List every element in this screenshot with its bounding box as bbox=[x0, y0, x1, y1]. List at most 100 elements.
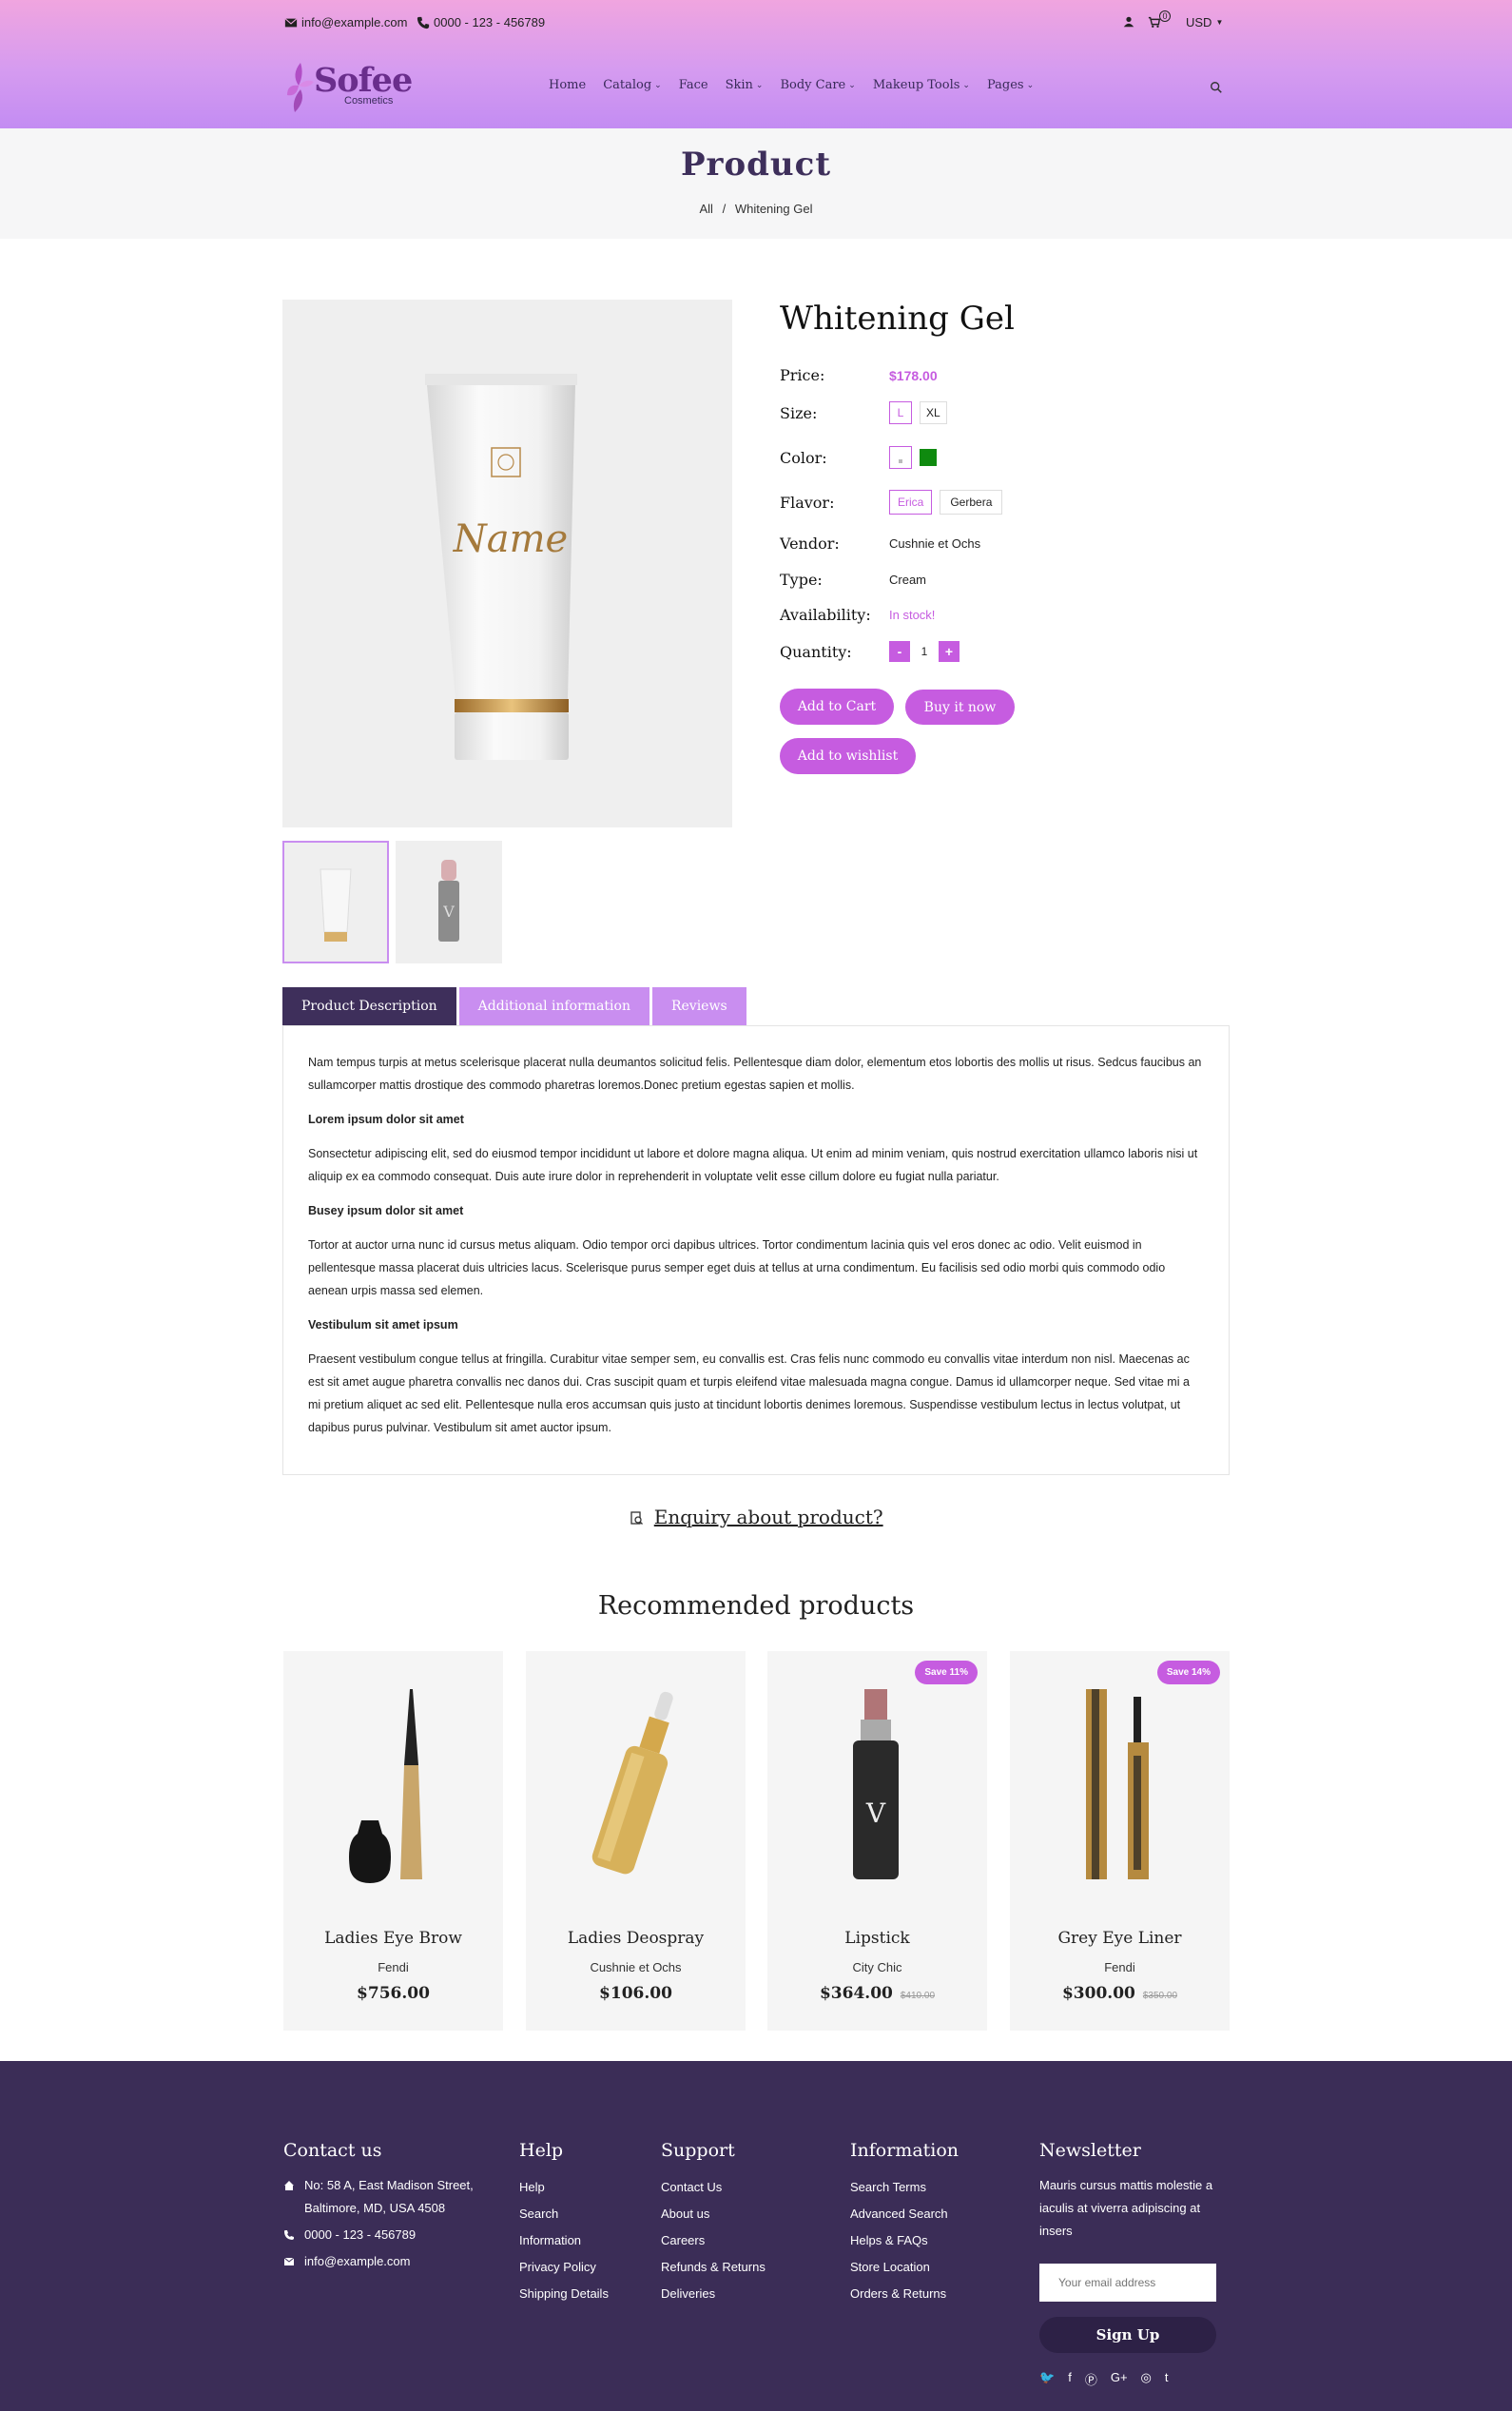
footer-link[interactable]: Privacy Policy bbox=[519, 2254, 609, 2281]
footer-contact: Contact us No: 58 A, East Madison Street… bbox=[283, 2140, 502, 2277]
quantity-decrease-button[interactable]: - bbox=[889, 641, 910, 662]
color-swatch-green[interactable] bbox=[920, 449, 937, 466]
mail-icon bbox=[284, 17, 298, 27]
flavor-option-gerbera[interactable]: Gerbera bbox=[940, 490, 1003, 515]
footer-link[interactable]: Refunds & Returns bbox=[661, 2254, 766, 2281]
buy-now-button[interactable]: Buy it now bbox=[905, 690, 1015, 725]
flavor-option-erica[interactable]: Erica bbox=[889, 490, 933, 515]
footer-link[interactable]: Deliveries bbox=[661, 2281, 766, 2307]
product-card-vendor: Fendi bbox=[378, 1960, 409, 1974]
product-title: Whitening Gel bbox=[780, 300, 1015, 338]
add-to-cart-button[interactable]: Add to Cart bbox=[780, 689, 894, 725]
svg-text:V: V bbox=[865, 1798, 886, 1829]
product-card-price: $756.00 bbox=[283, 1984, 503, 2003]
site-footer: Contact us No: 58 A, East Madison Street… bbox=[0, 2061, 1512, 2411]
color-swatch-white[interactable] bbox=[889, 446, 912, 469]
search-icon[interactable] bbox=[1210, 81, 1223, 94]
tube-label: Name bbox=[453, 517, 568, 561]
footer-newsletter: Newsletter Mauris cursus mattis molestie… bbox=[1039, 2140, 1225, 2243]
quantity-input[interactable]: 1 bbox=[910, 645, 939, 658]
footer-link[interactable]: Store Location bbox=[850, 2254, 959, 2281]
nav-item-label: Pages bbox=[986, 78, 1024, 92]
cart-count: 0 bbox=[1159, 10, 1171, 22]
tab-reviews[interactable]: Reviews bbox=[651, 987, 746, 1025]
footer-link[interactable]: Helps & FAQs bbox=[850, 2227, 959, 2254]
enquiry-icon bbox=[630, 1511, 644, 1525]
description-paragraph: Nam tempus turpis at metus scelerisque p… bbox=[308, 1056, 1202, 1092]
footer-address: No: 58 A, East Madison Street, Baltimore… bbox=[304, 2178, 474, 2215]
vendor-value[interactable]: Cushnie et Ochs bbox=[889, 536, 980, 551]
footer-link[interactable]: About us bbox=[661, 2201, 766, 2227]
sign-up-button[interactable]: Sign Up bbox=[1039, 2317, 1216, 2353]
footer-contact-title: Contact us bbox=[283, 2140, 382, 2161]
tumblr-icon[interactable]: t bbox=[1165, 2370, 1169, 2388]
footer-link[interactable]: Advanced Search bbox=[850, 2201, 959, 2227]
header-phone-text: 0000 - 123 - 456789 bbox=[434, 15, 546, 29]
product-tabs: Product Description Additional informati… bbox=[282, 987, 746, 1025]
size-option-xl[interactable]: XL bbox=[920, 401, 947, 424]
footer-link[interactable]: Search Terms bbox=[850, 2174, 959, 2201]
footer-help: Help Help Search Information Privacy Pol… bbox=[519, 2140, 609, 2307]
footer-help-title: Help bbox=[519, 2140, 564, 2161]
social-links: 🐦 f Ⓟ G+ ◎ t bbox=[1039, 2370, 1169, 2388]
twitter-icon[interactable]: 🐦 bbox=[1039, 2370, 1055, 2388]
tab-product-description[interactable]: Product Description bbox=[282, 987, 456, 1025]
currency-select[interactable]: USD ▼ bbox=[1186, 15, 1223, 29]
nav-item-makeup-tools[interactable]: Makeup Tools ⌄ bbox=[873, 78, 970, 92]
mail-icon bbox=[283, 2257, 295, 2265]
breadcrumb: All / Whitening Gel bbox=[0, 202, 1512, 216]
product-card[interactable]: Ladies Eye Brow Fendi $756.00 bbox=[283, 1651, 503, 2031]
nav-item-label: Home bbox=[549, 78, 587, 92]
pinterest-icon[interactable]: Ⓟ bbox=[1085, 2370, 1097, 2388]
quantity-label: Quantity: bbox=[780, 642, 852, 661]
footer-information-title: Information bbox=[850, 2140, 960, 2161]
nav-item-home[interactable]: Home bbox=[549, 78, 586, 92]
header-email[interactable]: info@example.com bbox=[284, 15, 407, 29]
add-to-wishlist-button[interactable]: Add to wishlist bbox=[780, 738, 916, 774]
footer-phone[interactable]: 0000 - 123 - 456789 bbox=[304, 2224, 416, 2246]
newsletter-email-input[interactable] bbox=[1039, 2264, 1216, 2302]
footer-link[interactable]: Information bbox=[519, 2227, 609, 2254]
header-phone[interactable]: 0000 - 123 - 456789 bbox=[417, 15, 545, 29]
facebook-icon[interactable]: f bbox=[1068, 2370, 1072, 2388]
breadcrumb-all[interactable]: All bbox=[700, 202, 713, 216]
nav-item-label: Face bbox=[678, 78, 708, 92]
thumbnail-lipstick[interactable]: V bbox=[396, 841, 502, 963]
product-card[interactable]: Ladies Deospray Cushnie et Ochs $106.00 bbox=[526, 1651, 746, 2031]
footer-link[interactable]: Shipping Details bbox=[519, 2281, 609, 2307]
footer-newsletter-title: Newsletter bbox=[1039, 2140, 1141, 2161]
product-card[interactable]: V Save 11% Lipstick City Chic $364.00 $41… bbox=[767, 1651, 987, 2031]
user-icon bbox=[1123, 16, 1134, 28]
thumbnail-tube[interactable] bbox=[282, 841, 389, 963]
footer-link[interactable]: Orders & Returns bbox=[850, 2281, 959, 2307]
product-info: Whitening Gel Price: $178.00 Size: L XL Col… bbox=[780, 300, 1236, 662]
footer-link[interactable]: Contact Us bbox=[661, 2174, 766, 2201]
footer-email[interactable]: info@example.com bbox=[304, 2250, 410, 2273]
instagram-icon[interactable]: ◎ bbox=[1141, 2370, 1152, 2388]
product-card[interactable]: Save 14% Grey Eye Liner Fendi $300.00 $35… bbox=[1010, 1651, 1230, 2031]
recommended-title: Recommended products bbox=[597, 1591, 915, 1621]
type-label: Type: bbox=[780, 571, 823, 589]
size-option-l[interactable]: L bbox=[889, 401, 912, 424]
nav-item-catalog[interactable]: Catalog ⌄ bbox=[603, 78, 662, 92]
product-main-image[interactable]: Name bbox=[282, 300, 732, 827]
product-card-price: $106.00 bbox=[526, 1984, 746, 2003]
google-plus-icon[interactable]: G+ bbox=[1111, 2370, 1128, 2388]
footer-link[interactable]: Help bbox=[519, 2174, 609, 2201]
product-card-name: Ladies Deospray bbox=[567, 1929, 705, 1948]
cart-button[interactable]: 0 bbox=[1148, 10, 1171, 29]
quantity-increase-button[interactable]: + bbox=[939, 641, 960, 662]
nav-item-face[interactable]: Face bbox=[679, 78, 708, 92]
enquiry-link[interactable]: Enquiry about product? bbox=[0, 1506, 1512, 1528]
account-button[interactable] bbox=[1122, 15, 1135, 29]
logo[interactable]: Sofee Cosmetics bbox=[285, 55, 413, 116]
breadcrumb-current: Whitening Gel bbox=[734, 202, 813, 216]
footer-link[interactable]: Careers bbox=[661, 2227, 766, 2254]
product-card-vendor: Fendi bbox=[1104, 1960, 1135, 1974]
footer-link[interactable]: Search bbox=[519, 2201, 609, 2227]
nav-item-pages[interactable]: Pages ⌄ bbox=[987, 78, 1034, 92]
nav-item-body-care[interactable]: Body Care ⌄ bbox=[780, 78, 855, 92]
nav-item-skin[interactable]: Skin ⌄ bbox=[726, 78, 764, 92]
tube-thumbnail-image bbox=[320, 868, 352, 942]
tab-additional-information[interactable]: Additional information bbox=[458, 987, 649, 1025]
